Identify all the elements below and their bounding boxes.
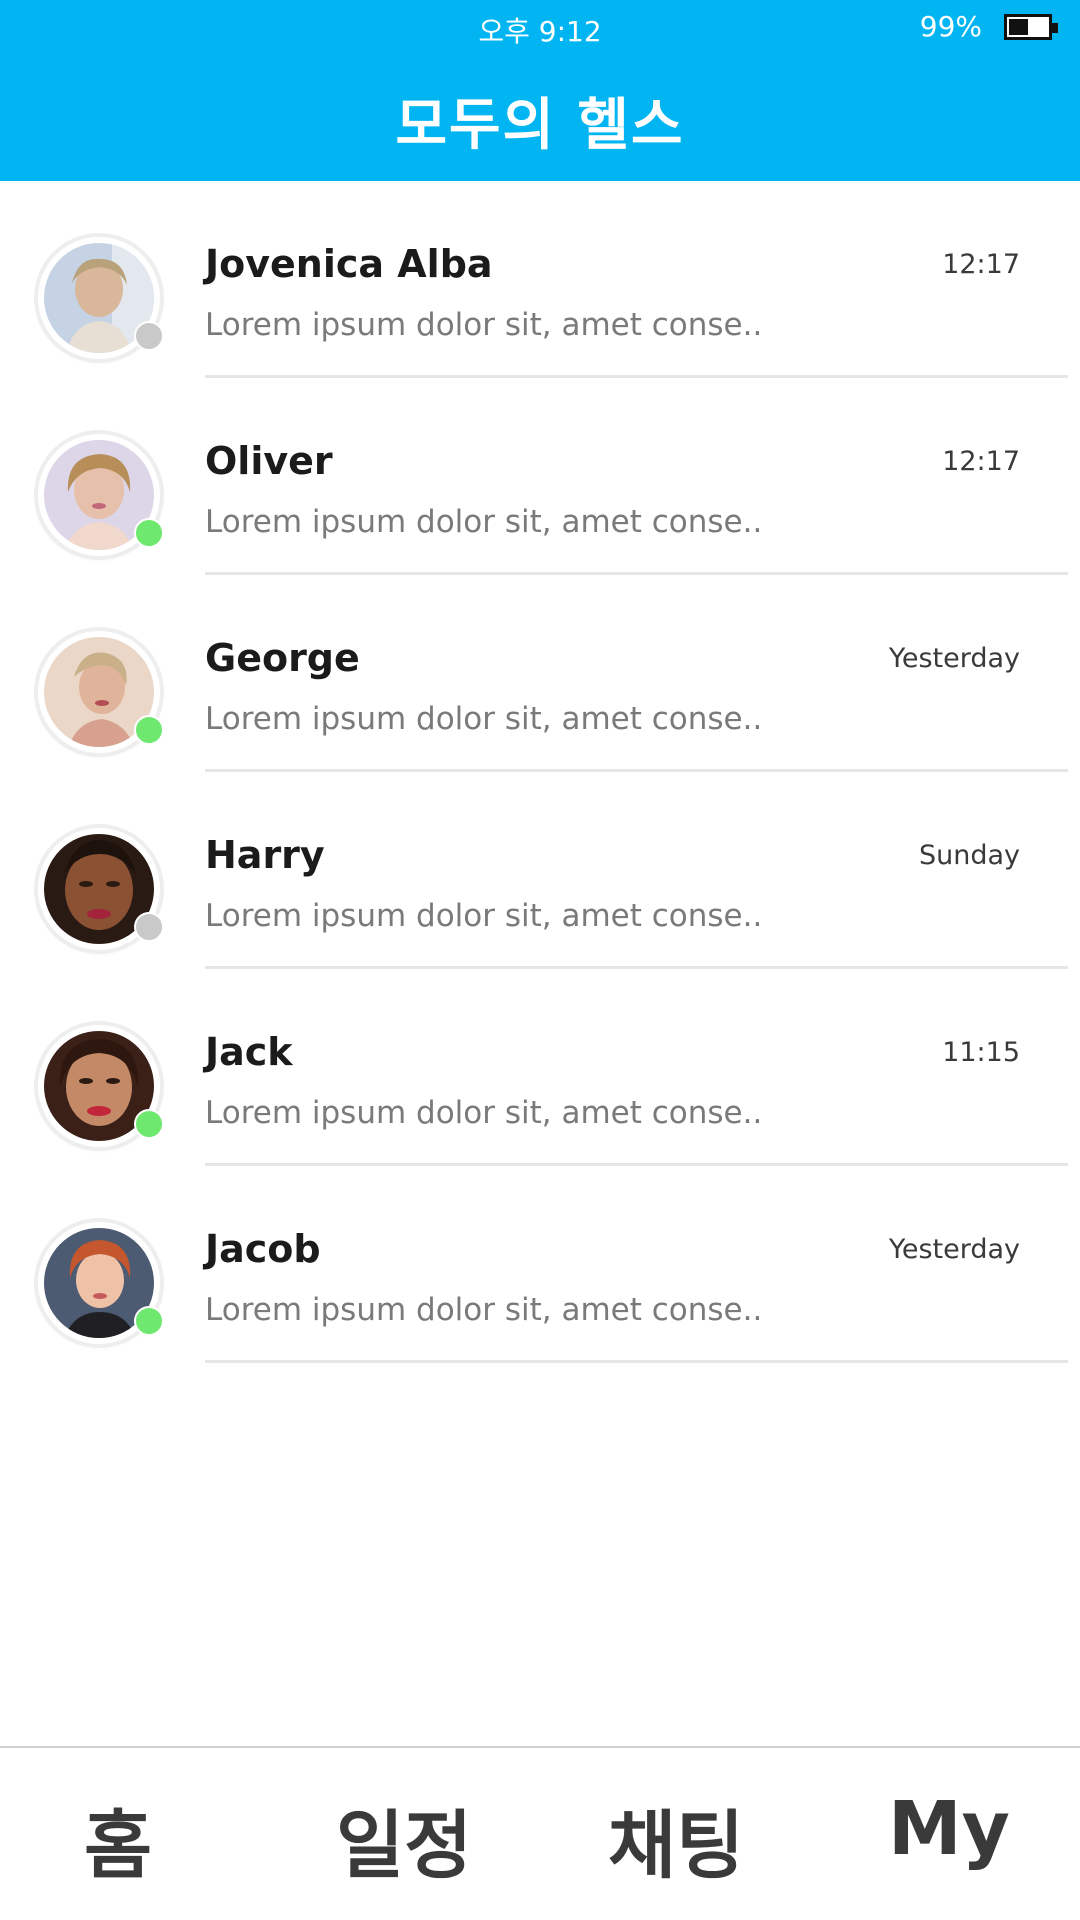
message-time: 12:17 xyxy=(942,446,1020,477)
nav-home[interactable]: 홈 xyxy=(84,1786,152,1893)
chat-row[interactable]: Jovenica Alba Lorem ipsum dolor sit, ame… xyxy=(0,181,1080,378)
message-preview: Lorem ipsum dolor sit, amet conse.. xyxy=(205,1095,763,1131)
chat-row[interactable]: Jacob Lorem ipsum dolor sit, amet conse.… xyxy=(0,1166,1080,1363)
message-preview: Lorem ipsum dolor sit, amet conse.. xyxy=(205,701,763,737)
row-divider xyxy=(205,1360,1068,1363)
avatar-frame xyxy=(38,828,164,950)
avatar-frame xyxy=(38,1222,164,1344)
message-time: 11:15 xyxy=(942,1037,1020,1068)
contact-name: Jacob xyxy=(205,1227,321,1271)
app-screen: 오후 9:12 99% 모두의 헬스 Jovenica Alba Lorem i… xyxy=(0,0,1080,1920)
chat-row[interactable]: George Lorem ipsum dolor sit, amet conse… xyxy=(0,575,1080,772)
message-preview: Lorem ipsum dolor sit, amet conse.. xyxy=(205,1292,763,1328)
chat-list: Jovenica Alba Lorem ipsum dolor sit, ame… xyxy=(0,181,1080,1363)
message-time: Sunday xyxy=(918,840,1020,871)
message-time: Yesterday xyxy=(888,1234,1020,1265)
contact-name: Jack xyxy=(205,1030,293,1074)
contact-name: Harry xyxy=(205,833,325,877)
nav-chat[interactable]: 채팅 xyxy=(608,1786,744,1893)
status-battery: 99% xyxy=(919,10,1058,43)
message-preview: Lorem ipsum dolor sit, amet conse.. xyxy=(205,307,763,343)
message-time: 12:17 xyxy=(942,249,1020,280)
battery-icon xyxy=(1004,13,1058,40)
status-time: 오후 9:12 xyxy=(478,15,602,48)
avatar-frame xyxy=(38,1025,164,1147)
status-offline-dot xyxy=(134,321,164,351)
message-preview: Lorem ipsum dolor sit, amet conse.. xyxy=(205,504,763,540)
contact-name: Oliver xyxy=(205,439,333,483)
chat-row[interactable]: Harry Lorem ipsum dolor sit, amet conse.… xyxy=(0,772,1080,969)
message-preview: Lorem ipsum dolor sit, amet conse.. xyxy=(205,898,763,934)
message-time: Yesterday xyxy=(888,643,1020,674)
avatar-frame xyxy=(38,631,164,753)
contact-name: Jovenica Alba xyxy=(205,242,493,286)
avatar-frame xyxy=(38,237,164,359)
status-online-dot xyxy=(134,518,164,548)
status-online-dot xyxy=(134,1109,164,1139)
avatar-frame xyxy=(38,434,164,556)
status-online-dot xyxy=(134,1306,164,1336)
status-offline-dot xyxy=(134,912,164,942)
status-online-dot xyxy=(134,715,164,745)
nav-my[interactable]: My xyxy=(888,1786,1010,1872)
bottom-nav: 홈 일정 채팅 My xyxy=(0,1746,1080,1920)
contact-name: George xyxy=(205,636,360,680)
battery-percent: 99% xyxy=(919,10,982,43)
chat-row[interactable]: Oliver Lorem ipsum dolor sit, amet conse… xyxy=(0,378,1080,575)
page-title: 모두의 헬스 xyxy=(395,93,685,158)
app-header: 오후 9:12 99% 모두의 헬스 xyxy=(0,0,1080,181)
nav-schedule[interactable]: 일정 xyxy=(336,1786,472,1893)
chat-row[interactable]: Jack Lorem ipsum dolor sit, amet conse..… xyxy=(0,969,1080,1166)
